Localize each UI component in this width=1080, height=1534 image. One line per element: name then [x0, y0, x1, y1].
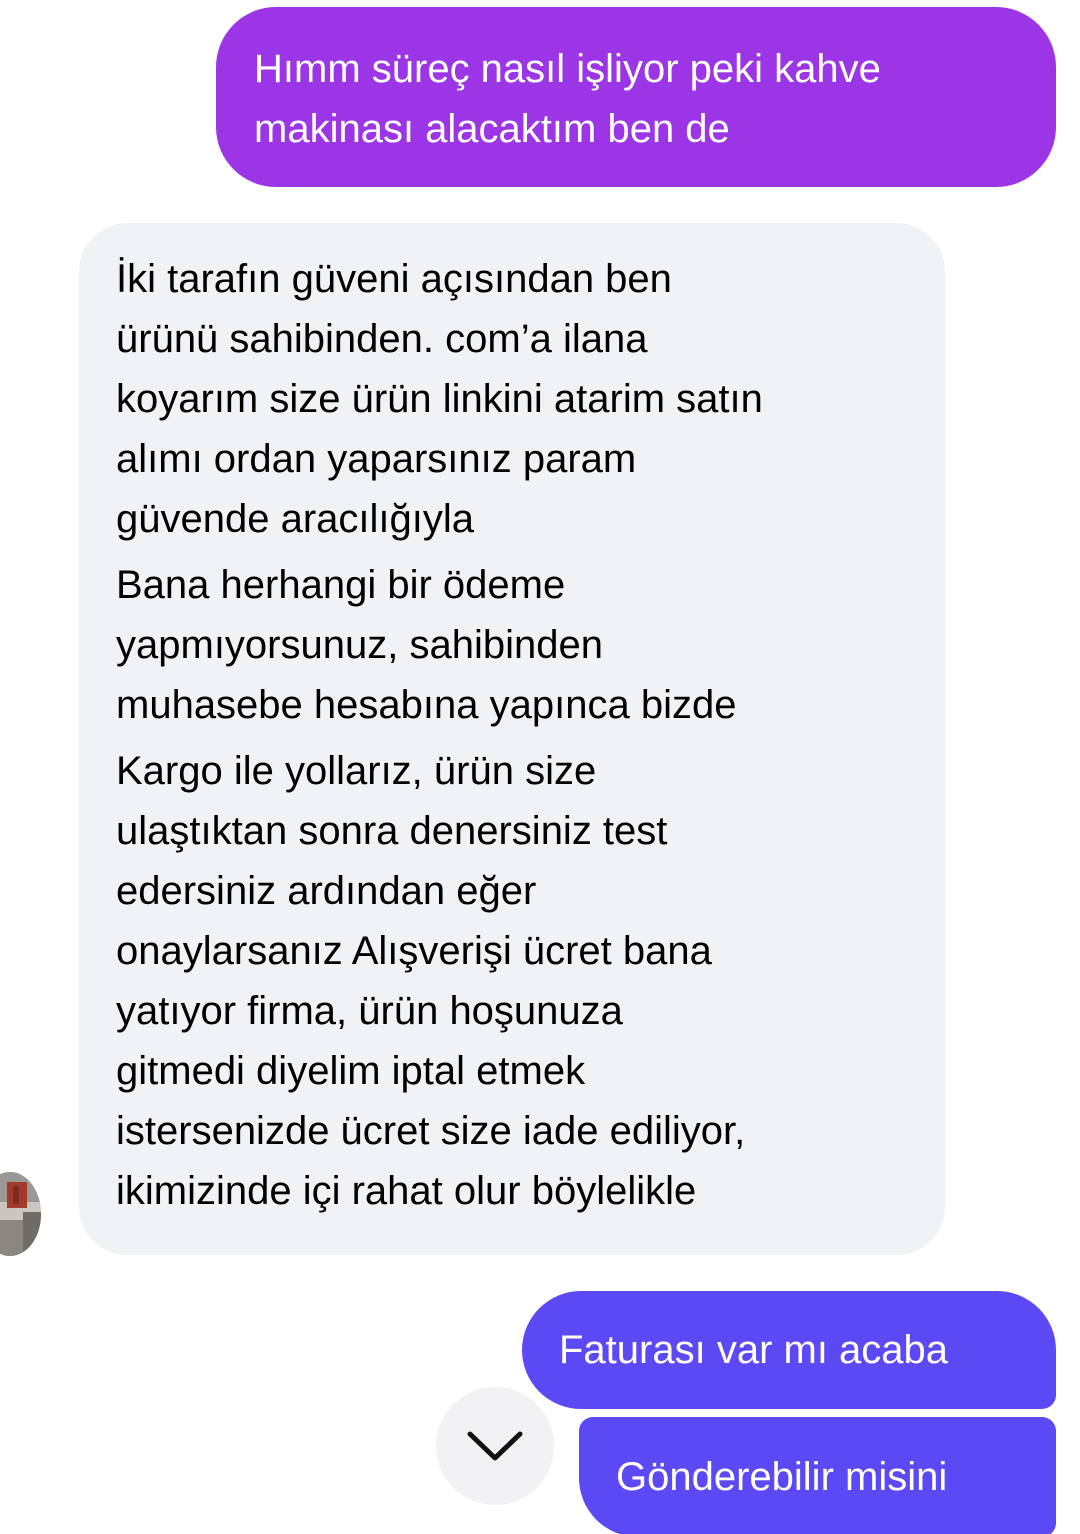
message-line: İki tarafın güveni açısından ben [116, 257, 672, 301]
message-line: yatıyor firma, ürün hoşunuza [116, 989, 623, 1033]
message-text: Gönderebilir misini [616, 1455, 948, 1499]
message-text: Faturası var mı acaba [559, 1328, 949, 1372]
message-paragraph: İki tarafın güveni açısından ben ürünü s… [116, 249, 915, 549]
chevron-down-icon [467, 1431, 523, 1461]
message-line: onaylarsanız Alışverişi ücret bana [116, 929, 712, 973]
message-line: Bana herhangi bir ödeme [116, 563, 566, 607]
message-line: makinası alacaktım ben de [254, 107, 730, 151]
message-line: koyarım size ürün linkini atarim satın [116, 377, 763, 421]
message-line: edersiniz ardından eğer [116, 869, 537, 913]
message-line: güvende aracılığıyla [116, 497, 475, 541]
message-paragraph: Bana herhangi bir ödeme yapmıyorsunuz, s… [116, 555, 915, 735]
avatar[interactable] [0, 1172, 41, 1256]
chat-thread: Hımm süreç nasıl işliyor peki kahve maki… [0, 0, 1080, 1534]
message-line: istersenizde ücret size iade ediliyor, [116, 1109, 746, 1153]
message-line: ulaştıktan sonra denersiniz test [116, 809, 668, 853]
message-line: ürünü sahibinden. com’a ilana [116, 317, 648, 361]
message-line: gitmedi diyelim iptal etmek [116, 1049, 586, 1093]
message-line: muhasebe hesabına yapınca bizde [116, 683, 737, 727]
message-line: Hımm süreç nasıl işliyor peki kahve [254, 47, 881, 91]
outgoing-message-bubble[interactable]: Hımm süreç nasıl işliyor peki kahve maki… [216, 7, 1056, 187]
incoming-message-bubble[interactable]: İki tarafın güveni açısından ben ürünü s… [79, 223, 945, 1255]
message-line: alımı ordan yaparsınız param [116, 437, 637, 481]
scroll-to-bottom-button[interactable] [436, 1387, 554, 1505]
outgoing-message-bubble[interactable]: Faturası var mı acaba [522, 1291, 1056, 1409]
message-paragraph: Kargo ile yollarız, ürün size ulaştıktan… [116, 741, 915, 1221]
avatar-photo [0, 1172, 41, 1256]
outgoing-message-bubble[interactable]: Gönderebilir misini [579, 1417, 1056, 1534]
message-line: Kargo ile yollarız, ürün size [116, 749, 597, 793]
message-line: yapmıyorsunuz, sahibinden [116, 623, 603, 667]
message-line: ikimizinde içi rahat olur böylelikle [116, 1169, 697, 1213]
